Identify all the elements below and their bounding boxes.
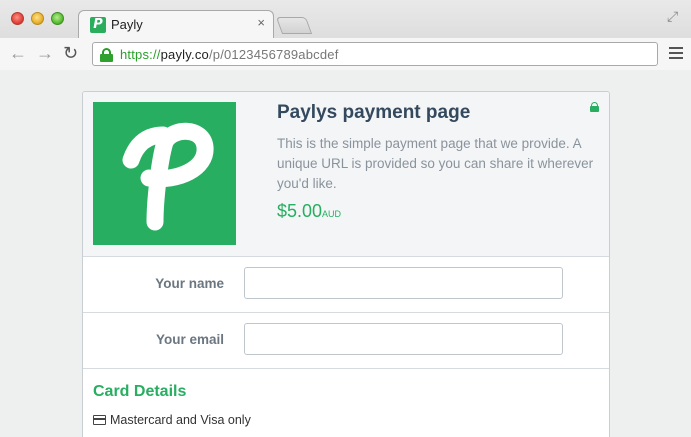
address-bar[interactable]: https://payly.co/p/0123456789abcdef — [92, 42, 658, 66]
credit-card-icon — [93, 415, 106, 425]
name-input[interactable] — [244, 267, 563, 299]
tab-close-icon[interactable]: × — [257, 15, 265, 30]
secure-lock-icon — [100, 48, 113, 62]
url-text: https://payly.co/p/0123456789abcdef — [120, 47, 339, 62]
browser-toolbar: ← → ↻ https://payly.co/p/0123456789abcde… — [0, 38, 691, 70]
url-protocol: https:// — [120, 47, 161, 62]
browser-menu-icon[interactable] — [669, 47, 683, 59]
card-note-text: Mastercard and Visa only — [110, 413, 251, 427]
url-host: payly.co — [160, 47, 209, 62]
card-note: Mastercard and Visa only — [93, 413, 251, 427]
back-arrow-icon[interactable]: ← — [9, 42, 27, 64]
secure-lock-icon — [590, 102, 599, 112]
payment-header: Paylys payment page This is the simple p… — [83, 92, 609, 257]
price-amount: $5.00 — [277, 201, 323, 221]
payment-card: Paylys payment page This is the simple p… — [82, 91, 610, 437]
price: $5.00AUD — [277, 201, 341, 222]
page-title: Paylys payment page — [277, 102, 471, 123]
window-minimize-button[interactable] — [31, 12, 44, 25]
name-row: Your name — [83, 257, 609, 313]
fullscreen-icon[interactable]: ⤢ — [667, 9, 681, 23]
page-description: This is the simple payment page that we … — [277, 136, 594, 191]
name-label: Your name — [155, 276, 224, 291]
payly-logo — [93, 102, 236, 245]
email-label: Your email — [155, 332, 224, 347]
window-close-button[interactable] — [11, 12, 24, 25]
browser-tab[interactable]: P Payly × — [78, 10, 274, 38]
tab-title: Payly — [111, 17, 143, 32]
reload-icon[interactable]: ↻ — [63, 42, 78, 64]
new-tab-button[interactable] — [275, 17, 313, 34]
window-maximize-button[interactable] — [51, 12, 64, 25]
email-input[interactable] — [244, 323, 563, 355]
price-currency: AUD — [322, 209, 342, 219]
browser-chrome: P Payly × ⤢ ← → ↻ https://payly.co/p/012… — [0, 0, 691, 70]
forward-arrow-icon[interactable]: → — [36, 42, 54, 64]
url-path: /p/0123456789abcdef — [208, 47, 339, 62]
payly-favicon-icon: P — [90, 17, 106, 33]
email-row: Your email — [83, 313, 609, 369]
card-details-heading: Card Details — [93, 383, 187, 400]
